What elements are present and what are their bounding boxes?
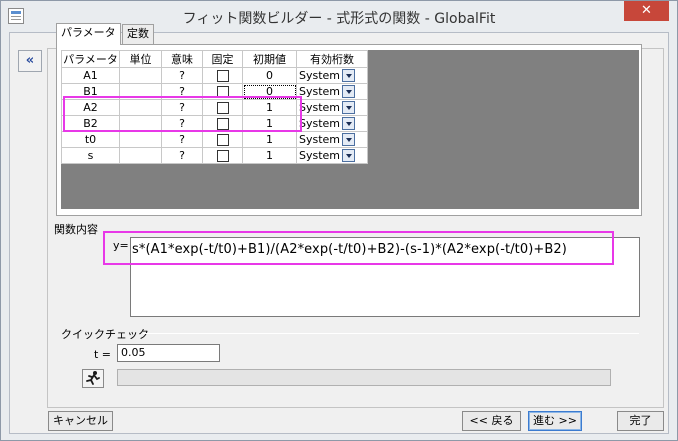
parameter-grid: パラメータ 単位 意味 固定 初期値 有効桁数 A1 ? 0 System B1… <box>61 50 639 209</box>
close-button[interactable]: ✕ <box>624 1 669 21</box>
dropdown-arrow-icon[interactable] <box>342 117 356 131</box>
header-initial-value: 初期値 <box>242 50 297 68</box>
header-parameter: パラメータ <box>61 50 120 68</box>
parameter-row-t0: t0 ? 1 System <box>61 131 368 148</box>
parameter-table: パラメータ 単位 意味 固定 初期値 有効桁数 A1 ? 0 System B1… <box>61 50 368 164</box>
param-meaning[interactable]: ? <box>161 67 203 84</box>
significant-digits-value: System <box>299 148 341 162</box>
quick-check-result <box>117 369 611 386</box>
significant-digits-value: System <box>299 116 341 130</box>
param-meaning[interactable]: ? <box>161 131 203 148</box>
param-initial-value[interactable]: 1 <box>242 147 297 164</box>
param-significant-digits-cell: System <box>296 131 368 148</box>
cancel-button[interactable]: キャンセル <box>48 411 113 431</box>
tab-constants[interactable]: 定数 <box>122 24 154 44</box>
header-fixed: 固定 <box>202 50 243 68</box>
header-significant-digits: 有効桁数 <box>296 50 368 68</box>
parameter-row-a1: A1 ? 0 System <box>61 67 368 84</box>
param-unit[interactable] <box>119 147 162 164</box>
param-meaning[interactable]: ? <box>161 115 203 132</box>
dropdown-arrow-icon[interactable] <box>342 133 356 147</box>
function-body-editor[interactable]: s*(A1*exp(-t/t0)+B1)/(A2*exp(-t/t0)+B2)-… <box>130 237 640 317</box>
dropdown-arrow-icon[interactable] <box>342 85 356 99</box>
param-meaning[interactable]: ? <box>161 99 203 116</box>
finish-button[interactable]: 完了 <box>617 411 664 431</box>
param-significant-digits-cell: System <box>296 99 368 116</box>
param-initial-value[interactable]: 1 <box>242 115 297 132</box>
param-name[interactable]: t0 <box>61 131 120 148</box>
param-initial-value[interactable]: 1 <box>242 131 297 148</box>
significant-digits-value: System <box>299 132 341 146</box>
runner-icon <box>86 371 100 385</box>
quick-check-label: クイックチェック <box>61 328 149 341</box>
param-initial-value[interactable]: 1 <box>242 99 297 116</box>
dialog-window: フィット関数ビルダー - 式形式の関数 - GlobalFit ✕ « パラメー… <box>0 0 678 441</box>
param-fixed-cell <box>202 83 243 100</box>
param-fixed-cell <box>202 115 243 132</box>
quick-check-separator <box>143 333 639 334</box>
dropdown-arrow-icon[interactable] <box>342 149 356 163</box>
param-meaning[interactable]: ? <box>161 83 203 100</box>
back-button[interactable]: << 戻る <box>462 411 521 431</box>
header-unit: 単位 <box>119 50 162 68</box>
fixed-checkbox[interactable] <box>216 70 229 82</box>
dropdown-arrow-icon[interactable] <box>342 101 356 115</box>
parameters-tab-page: パラメータ 単位 意味 固定 初期値 有効桁数 A1 ? 0 System B1… <box>56 44 642 216</box>
param-unit[interactable] <box>119 83 162 100</box>
param-unit[interactable] <box>119 131 162 148</box>
param-name[interactable]: s <box>61 147 120 164</box>
dropdown-arrow-icon[interactable] <box>342 69 356 83</box>
param-significant-digits-cell: System <box>296 83 368 100</box>
param-meaning[interactable]: ? <box>161 147 203 164</box>
param-unit[interactable] <box>119 115 162 132</box>
param-initial-value[interactable]: 0 <box>242 67 297 84</box>
param-name[interactable]: B1 <box>61 83 120 100</box>
param-name[interactable]: B2 <box>61 115 120 132</box>
param-significant-digits-cell: System <box>296 147 368 164</box>
parameter-table-header: パラメータ 単位 意味 固定 初期値 有効桁数 <box>61 50 368 68</box>
param-unit[interactable] <box>119 99 162 116</box>
fixed-checkbox[interactable] <box>216 134 229 146</box>
fixed-checkbox[interactable] <box>216 86 229 98</box>
function-body-label: 関数内容 <box>54 223 98 236</box>
significant-digits-value: System <box>299 84 341 98</box>
header-meaning: 意味 <box>161 50 203 68</box>
param-fixed-cell <box>202 147 243 164</box>
param-significant-digits-cell: System <box>296 67 368 84</box>
fixed-checkbox[interactable] <box>216 102 229 114</box>
t-value-input[interactable]: 0.05 <box>117 344 220 362</box>
parameter-row-s: s ? 1 System <box>61 147 368 164</box>
tab-parameters[interactable]: パラメータ <box>56 23 121 45</box>
parameter-row-b1: B1 ? 0 System <box>61 83 368 100</box>
param-significant-digits-cell: System <box>296 115 368 132</box>
param-fixed-cell <box>202 131 243 148</box>
param-initial-value[interactable]: 0 <box>242 83 297 100</box>
parameter-row-a2: A2 ? 1 System <box>61 99 368 116</box>
significant-digits-value: System <box>299 100 341 114</box>
y-equals-label: y= <box>113 239 129 252</box>
param-fixed-cell <box>202 67 243 84</box>
fixed-checkbox[interactable] <box>216 118 229 130</box>
t-variable-label: t = <box>94 348 112 361</box>
param-name[interactable]: A1 <box>61 67 120 84</box>
evaluate-button[interactable] <box>82 369 104 388</box>
param-fixed-cell <box>202 99 243 116</box>
parameter-row-b2: B2 ? 1 System <box>61 115 368 132</box>
param-unit[interactable] <box>119 67 162 84</box>
collapse-panel-button[interactable]: « <box>18 50 42 72</box>
function-expression: s*(A1*exp(-t/t0)+B1)/(A2*exp(-t/t0)+B2)-… <box>132 242 567 257</box>
param-name[interactable]: A2 <box>61 99 120 116</box>
fixed-checkbox[interactable] <box>216 150 229 162</box>
next-button[interactable]: 進む >> <box>528 411 582 431</box>
significant-digits-value: System <box>299 68 341 82</box>
